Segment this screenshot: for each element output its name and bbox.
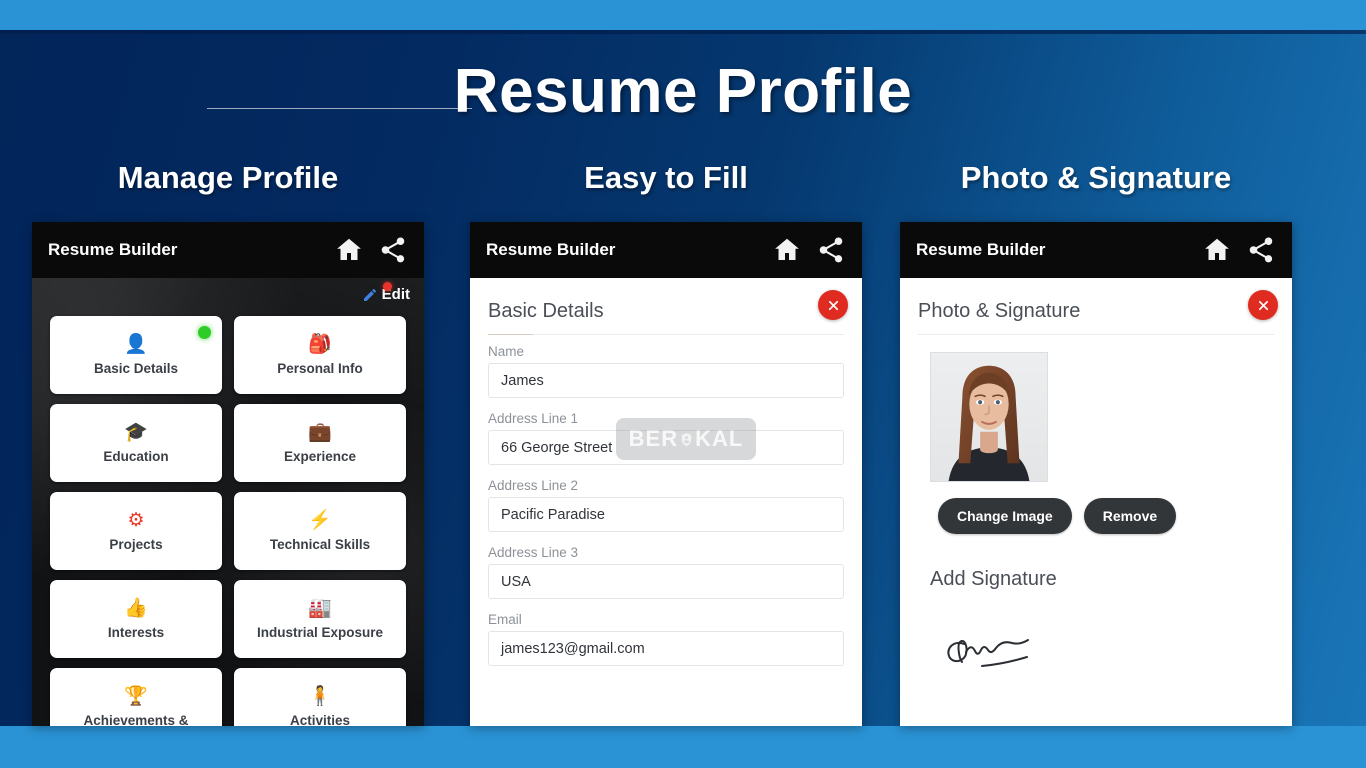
home-icon[interactable] [772, 235, 802, 265]
watermark: BER KAL [616, 418, 756, 460]
notification-dot-icon [383, 282, 392, 291]
menu-tile-experience[interactable]: 💼 Experience [234, 404, 406, 482]
email-input[interactable]: james123@gmail.com [488, 631, 844, 666]
photo-actions: Change Image Remove [938, 498, 1177, 534]
home-icon[interactable] [1202, 235, 1232, 265]
menu-tile-label: Achievements & [83, 712, 189, 727]
menu-tile-personal-info[interactable]: 🎒 Personal Info [234, 316, 406, 394]
menu-tile-label: Personal Info [277, 360, 363, 376]
close-button[interactable] [1248, 290, 1278, 320]
app-bar: Resume Builder [470, 222, 862, 278]
menu-tile-label: Experience [283, 448, 357, 464]
share-icon[interactable] [816, 235, 846, 265]
watermark-text-right: KAL [695, 426, 744, 451]
app-title: Resume Builder [486, 240, 616, 259]
home-icon[interactable] [334, 235, 364, 265]
title-underline [488, 334, 533, 335]
field-label: Address Line 3 [488, 545, 579, 560]
connector-line [207, 108, 472, 109]
section-headings: Manage Profile Easy to Fill Photo & Sign… [0, 160, 1366, 208]
phone-screenshot-photo-signature: Resume Builder Photo & Signature Change … [900, 222, 1292, 726]
address-line-2-input[interactable]: Pacific Paradise [488, 497, 844, 532]
backpack-icon: 🎒 [308, 333, 332, 355]
menu-tile-activities[interactable]: 🧍 Activities [234, 668, 406, 726]
berakal-logo-icon [679, 431, 694, 448]
close-icon [828, 300, 838, 310]
field-label: Email [488, 612, 522, 627]
divider [488, 334, 844, 335]
form-fields: Name James Address Line 1 66 George Stre… [488, 344, 844, 679]
factory-icon: 🏭 [308, 597, 332, 619]
change-image-button[interactable]: Change Image [938, 498, 1072, 534]
person-raising-arms-icon: 🧍 [308, 685, 332, 707]
field-email: Email james123@gmail.com [488, 612, 844, 666]
menu-tile-projects[interactable]: ⚙ Projects [50, 492, 222, 570]
close-button[interactable] [818, 290, 848, 320]
promo-graphic: Resume Profile Manage Profile Easy to Fi… [0, 0, 1366, 768]
photo-signature-body: Photo & Signature Change Image Remove Ad… [900, 278, 1292, 726]
status-dot-green-icon [198, 326, 211, 339]
app-title: Resume Builder [48, 240, 178, 259]
field-label: Name [488, 344, 525, 359]
menu-tile-label: Interests [107, 624, 165, 640]
person-icon: 👤 [124, 333, 148, 355]
page-title: Resume Profile [453, 57, 913, 126]
menu-tile-label: Technical Skills [269, 536, 371, 552]
remove-button[interactable]: Remove [1083, 498, 1177, 534]
app-title: Resume Builder [916, 240, 1046, 259]
field-label: Address Line 2 [488, 478, 579, 493]
app-bar: Resume Builder [900, 222, 1292, 278]
trophy-icon: 🏆 [124, 685, 148, 707]
menu-tile-basic-details[interactable]: 👤 Basic Details [50, 316, 222, 394]
share-icon[interactable] [1246, 235, 1276, 265]
menu-body: Edit 👤 Basic Details 🎒 Personal Info 🎓 E… [32, 278, 424, 726]
pencil-icon [362, 287, 378, 303]
app-bar: Resume Builder [32, 222, 424, 278]
menu-tile-label: Activities [289, 712, 351, 727]
briefcase-icon: 💼 [308, 421, 332, 443]
address-line-3-input[interactable]: USA [488, 564, 844, 599]
profile-photo[interactable] [930, 352, 1048, 482]
phone-screenshot-manage-profile: Resume Builder Edit 👤 Basic Details 🎒 Pe… [32, 222, 424, 726]
close-icon [1258, 300, 1268, 310]
field-name: Name James [488, 344, 844, 398]
menu-tile-label: Projects [109, 536, 163, 552]
menu-tile-label: Industrial Exposure [256, 624, 384, 640]
menu-tile-achievements[interactable]: 🏆 Achievements & [50, 668, 222, 726]
watermark-text-left: BER [628, 426, 679, 451]
menu-tile-technical-skills[interactable]: ⚡ Technical Skills [234, 492, 406, 570]
bottom-band [0, 726, 1366, 768]
signature-preview[interactable] [940, 628, 1070, 678]
add-signature-title: Add Signature [930, 568, 1057, 590]
field-address-line-3: Address Line 3 USA [488, 545, 844, 599]
phone-screenshot-basic-details: Resume Builder Basic Details Name James [470, 222, 862, 726]
form-section-title: Basic Details [488, 300, 604, 322]
menu-tile-label: Education [103, 448, 169, 464]
top-band [0, 0, 1366, 30]
edit-button[interactable]: Edit [362, 282, 410, 303]
thumbs-up-icon: 👍 [124, 597, 148, 619]
graduation-cap-icon: 🎓 [124, 421, 148, 443]
gears-icon: ⚙ [127, 509, 145, 531]
menu-tile-education[interactable]: 🎓 Education [50, 404, 222, 482]
section-heading-easy-to-fill: Easy to Fill [584, 160, 748, 195]
field-address-line-2: Address Line 2 Pacific Paradise [488, 478, 844, 532]
name-input[interactable]: James [488, 363, 844, 398]
menu-tile-label: Basic Details [93, 360, 179, 376]
form-section-title: Photo & Signature [918, 300, 1081, 322]
share-icon[interactable] [378, 235, 408, 265]
menu-tile-interests[interactable]: 👍 Interests [50, 580, 222, 658]
menu-tile-industrial-exposure[interactable]: 🏭 Industrial Exposure [234, 580, 406, 658]
divider [918, 334, 1274, 335]
section-heading-photo-signature: Photo & Signature [960, 160, 1232, 195]
menu-grid: 👤 Basic Details 🎒 Personal Info 🎓 Educat… [32, 316, 424, 726]
form-body: Basic Details Name James Address Line 1 … [470, 278, 862, 726]
section-heading-manage-profile: Manage Profile [117, 160, 339, 195]
lightning-bolt-icon: ⚡ [308, 509, 332, 531]
